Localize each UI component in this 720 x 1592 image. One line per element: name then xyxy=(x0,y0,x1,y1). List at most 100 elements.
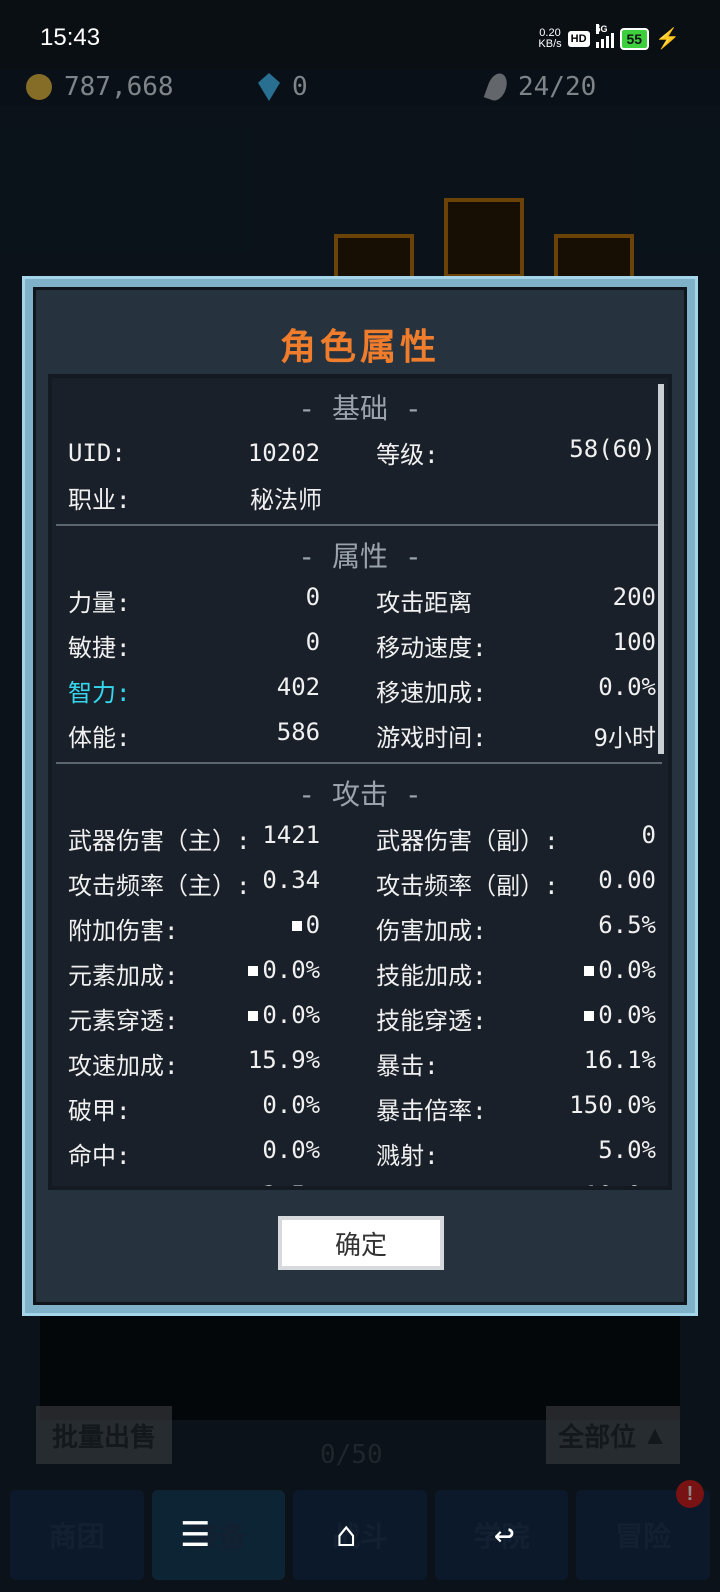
stat-value: 0.0% xyxy=(598,956,656,984)
battery-icon: 55 xyxy=(619,27,650,50)
stat-value: 0 xyxy=(641,821,656,849)
stat-intelligence: 智力: 402 xyxy=(52,673,360,708)
stat-label: 技能穿透: xyxy=(376,1007,487,1035)
stat-value: 5.0% xyxy=(598,1136,656,1164)
stat-row: 命中: 0.0% 溅射: 5.0% xyxy=(52,1131,668,1176)
attributes-scroll-area[interactable]: - 基础 - UID: 10202 等级: 58(60) 职业: 秘法师 - 属… xyxy=(48,374,672,1190)
stat-label: 移动速度: xyxy=(376,634,487,662)
stat-label: 攻击频率（主）: xyxy=(68,872,251,900)
stat-row: 元素加成: 0.0% 技能加成: 0.0% xyxy=(52,951,668,996)
dialog-body: 角色属性 - 基础 - UID: 10202 等级: 58(60) 职业: 秘法… xyxy=(33,287,687,1305)
stat-row: UID: 10202 等级: 58(60) xyxy=(52,430,668,475)
stat-row: 武器伤害（主）: 1421 武器伤害（副）: 0 xyxy=(52,816,668,861)
gem-value: 0 xyxy=(292,72,308,102)
stat-label: 破甲: xyxy=(68,1097,131,1125)
stat-value: 0.0% xyxy=(598,673,656,701)
stat-extra-damage: 附加伤害: 0 xyxy=(52,911,360,946)
stamina-value: 24/20 xyxy=(518,72,597,102)
stat-value: 15.9% xyxy=(247,1046,321,1074)
section-divider xyxy=(56,762,662,764)
stat-label-highlighted: 智力: xyxy=(68,679,131,707)
back-icon[interactable]: ↩ xyxy=(494,1515,514,1555)
stat-row: 冷却缩减: 3.5% 溅射倍率: 10.0% xyxy=(52,1176,668,1186)
stat-level: 等级: 58(60) xyxy=(360,435,668,470)
stat-label: 攻速加成: xyxy=(68,1052,179,1080)
stat-value: 200 xyxy=(612,583,656,611)
stat-value-with-marker: 0.0% xyxy=(248,1001,320,1036)
stat-label: 技能加成: xyxy=(376,962,487,990)
system-navigation-bar: ☰ ⌂ ↩ xyxy=(0,1505,720,1565)
stat-label: 武器伤害（副）: xyxy=(376,827,559,855)
stat-value: 10202 xyxy=(247,438,321,467)
stat-crit-multiplier: 暴击倍率: 150.0% xyxy=(360,1091,668,1126)
stat-label: 等级: xyxy=(376,441,439,469)
stat-value: 586 xyxy=(276,718,321,746)
stat-armor-break: 破甲: 0.0% xyxy=(52,1091,360,1126)
stat-value: 0 xyxy=(305,911,321,939)
square-icon xyxy=(584,1011,595,1021)
section-attack-title: - 攻击 - xyxy=(298,778,422,811)
stat-row: 附加伤害: 0 伤害加成: 6.5% xyxy=(52,906,668,951)
stat-label: 游戏时间: xyxy=(376,724,487,752)
stat-value: 0 xyxy=(305,628,321,656)
hd-icon: HD xyxy=(567,30,590,47)
currency-bar: 787,668 0 24/20 xyxy=(0,70,720,106)
stat-value: 0.34 xyxy=(262,866,321,894)
section-attributes-title: - 属性 - xyxy=(298,540,422,573)
stat-value-with-marker: 0 xyxy=(291,911,321,946)
stat-label: 攻击频率（副）: xyxy=(376,872,559,900)
stat-accuracy: 命中: 0.0% xyxy=(52,1136,360,1171)
stat-row: 职业: 秘法师 xyxy=(52,475,668,520)
home-icon[interactable]: ⌂ xyxy=(336,1515,356,1555)
stat-value: 3.5% xyxy=(262,1181,320,1186)
square-icon xyxy=(584,966,595,976)
stat-skill-penetration: 技能穿透: 0.0% xyxy=(360,1001,668,1036)
stat-label: 武器伤害（主）: xyxy=(68,827,251,855)
stat-row: 元素穿透: 0.0% 技能穿透: 0.0% xyxy=(52,996,668,1041)
stat-attack-range: 攻击距离 200 xyxy=(360,583,668,618)
square-icon xyxy=(291,921,302,931)
stat-value: 150.0% xyxy=(569,1091,656,1119)
stat-label: 伤害加成: xyxy=(376,917,487,945)
stat-row: 力量: 0 攻击距离 200 xyxy=(52,578,668,623)
stat-label: 暴击倍率: xyxy=(376,1097,487,1125)
gold-value: 787,668 xyxy=(64,72,174,102)
stat-value: 100 xyxy=(612,628,656,656)
stat-value-with-marker: 0.0% xyxy=(584,956,656,991)
stat-off-attack-rate: 攻击频率（副）: 0.00 xyxy=(360,866,668,901)
section-basic-title: - 基础 - xyxy=(298,392,422,425)
stat-damage-bonus: 伤害加成: 6.5% xyxy=(360,911,668,946)
stat-label: 冷却缩减: xyxy=(68,1181,178,1186)
menu-icon[interactable]: ☰ xyxy=(180,1515,210,1555)
stat-attack-speed-bonus: 攻速加成: 15.9% xyxy=(52,1046,360,1081)
network-speed-unit: KB/s xyxy=(538,37,562,50)
stat-class: 职业: 秘法师 xyxy=(52,480,362,515)
stat-value: 0.0% xyxy=(262,1136,321,1164)
stat-label: 附加伤害: xyxy=(68,917,179,945)
stat-splash-multiplier: 溅射倍率: 10.0% xyxy=(360,1181,668,1186)
status-time: 15:43 xyxy=(40,24,101,51)
stat-label: 职业: xyxy=(68,486,131,514)
scrollbar[interactable] xyxy=(658,384,664,754)
section-divider xyxy=(56,524,662,526)
status-icons: 0.20 KB/s HD 5G 55 ⚡ xyxy=(538,23,680,51)
stat-main-weapon-damage: 武器伤害（主）: 1421 xyxy=(52,821,360,856)
dialog-title: 角色属性 xyxy=(279,327,440,368)
stat-off-weapon-damage: 武器伤害（副）: 0 xyxy=(360,821,668,856)
signal-icon: 5G xyxy=(595,23,614,48)
network-speed-value: 0.20 xyxy=(539,26,561,39)
stat-row: 破甲: 0.0% 暴击倍率: 150.0% xyxy=(52,1086,668,1131)
confirm-button[interactable]: 确定 xyxy=(278,1216,444,1270)
status-bar: 15:43 0.20 KB/s HD 5G 55 ⚡ xyxy=(0,0,720,70)
signal-label: 5G xyxy=(595,23,608,34)
stat-label: 元素穿透: xyxy=(68,1007,179,1035)
stat-value: 0 xyxy=(305,583,321,611)
stat-element-penetration: 元素穿透: 0.0% xyxy=(52,1001,360,1036)
stat-value: 秘法师 xyxy=(250,486,322,514)
gem-counter: 0 xyxy=(258,72,308,102)
stat-row: 攻击频率（主）: 0.34 攻击频率（副）: 0.00 xyxy=(52,861,668,906)
stamina-counter: 24/20 xyxy=(483,70,597,104)
stat-value: 1421 xyxy=(262,821,321,849)
stat-row: 攻速加成: 15.9% 暴击: 16.1% xyxy=(52,1041,668,1086)
stat-row: 智力: 402 移速加成: 0.0% xyxy=(52,668,668,713)
